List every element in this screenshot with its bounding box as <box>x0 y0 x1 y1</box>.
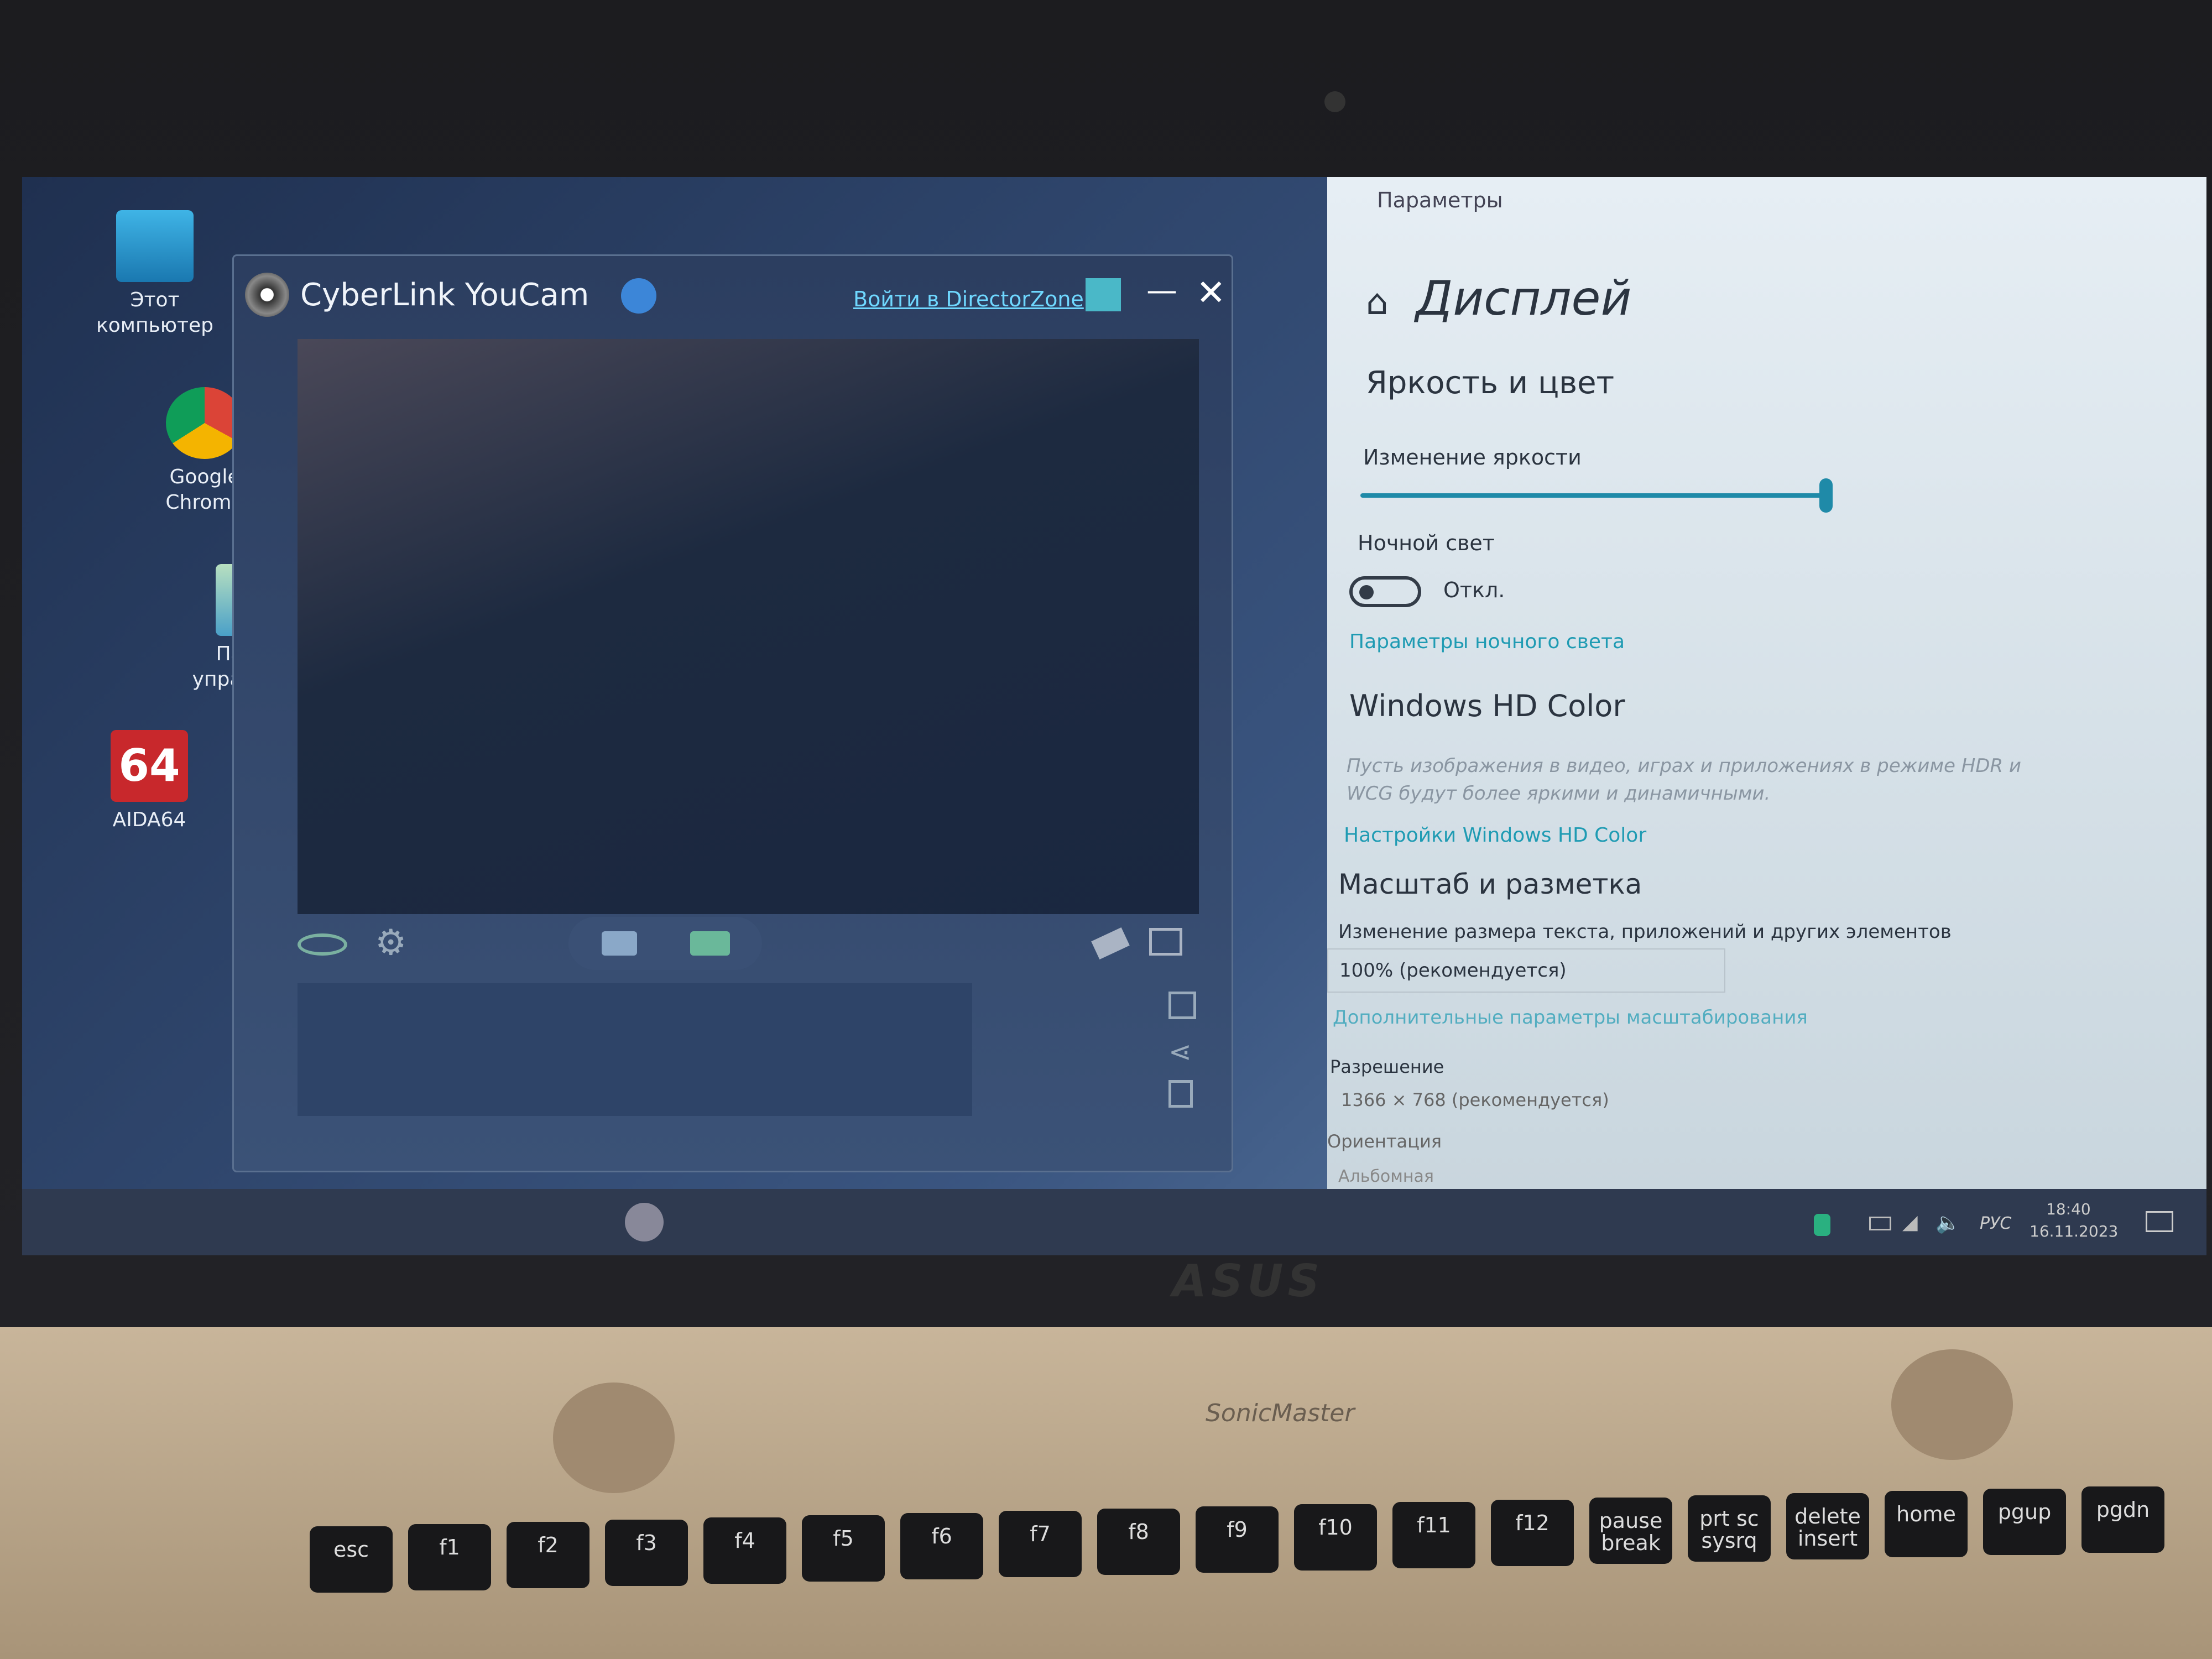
resolution-dropdown[interactable]: 1366 × 768 (рекомендуется) <box>1341 1089 1609 1110</box>
clock-date[interactable]: 16.11.2023 <box>2030 1222 2118 1240</box>
home-icon[interactable]: ⌂ <box>1366 282 1389 323</box>
trash-icon[interactable] <box>1168 1080 1193 1108</box>
brand-logo: ASUS <box>1172 1255 1324 1307</box>
brightness-slider-thumb[interactable] <box>1819 478 1833 513</box>
orientation-dropdown[interactable]: Альбомная <box>1338 1167 1434 1186</box>
capture-controls: ⚙ <box>298 917 1199 978</box>
key-f12[interactable]: f12 <box>1491 1500 1574 1566</box>
key-f3[interactable]: f3 <box>605 1520 688 1586</box>
speaker-right <box>1891 1349 2013 1460</box>
settings-window: Параметры ⌂ Дисплей Яркость и цвет Измен… <box>1327 177 2206 1189</box>
hdr-description: Пусть изображения в видео, играх и прило… <box>1347 755 2021 805</box>
taskbar: ◢ 🔈 РУС 18:40 16.11.2023 <box>22 1189 2206 1255</box>
key-f2[interactable]: f2 <box>507 1522 589 1588</box>
directorzone-icon[interactable] <box>1086 278 1121 311</box>
gear-icon[interactable]: ⚙ <box>375 922 406 963</box>
advanced-scaling-link[interactable]: Дополнительные параметры масштабирования <box>1333 1006 1808 1029</box>
orientation-label: Ориентация <box>1327 1131 1442 1152</box>
scale-label: Изменение размера текста, приложений и д… <box>1338 921 1952 943</box>
camera-icon[interactable] <box>602 931 637 956</box>
brightness-slider-track[interactable] <box>1360 493 1825 498</box>
scale-section-title: Масштаб и разметка <box>1338 868 1642 900</box>
function-key-row: esc f1 f2 f3 f4 f5 f6 f7 f8 f9 f10 f11 f12 pause brea… <box>310 1486 2212 1604</box>
monitor-icon <box>116 210 194 282</box>
update-icon[interactable] <box>621 278 656 314</box>
media-gallery[interactable] <box>298 983 972 1116</box>
key-f6[interactable]: f6 <box>900 1513 983 1579</box>
fullscreen-icon[interactable] <box>1149 928 1182 956</box>
minimize-button[interactable]: — <box>1146 273 1177 309</box>
directorzone-login-link[interactable]: Войти в DirectorZone <box>853 287 1084 311</box>
close-button[interactable]: ✕ <box>1196 273 1226 314</box>
battery-icon[interactable] <box>1869 1217 1891 1230</box>
brightness-section-title: Яркость и цвет <box>1366 365 1615 401</box>
mode-switch <box>568 917 762 970</box>
speaker-label: SonicMaster <box>1206 1399 1355 1427</box>
aida64-icon: 64 <box>111 730 188 802</box>
chrome-icon <box>166 387 243 459</box>
tray-app-icon[interactable] <box>1814 1214 1830 1236</box>
page-title: Дисплей <box>1416 271 1632 326</box>
laptop-bezel: Этот компьютер Google Chrome Панель упра… <box>0 0 2212 1327</box>
speaker-left <box>553 1383 675 1493</box>
camera-preview <box>298 339 1199 914</box>
webcam <box>1324 91 1345 112</box>
laptop-keyboard-deck: SonicMaster esc f1 f2 f3 f4 f5 f6 f7 f8 f9 f10 f11 f… <box>0 1327 2212 1659</box>
key-pgup[interactable]: pgup <box>1983 1489 2066 1555</box>
scale-dropdown-value: 100% (рекомендуется) <box>1339 959 1567 982</box>
scale-dropdown[interactable]: 100% (рекомендуется) <box>1327 948 1725 993</box>
share-icon[interactable]: ⋖ <box>1168 1036 1192 1068</box>
key-f1[interactable]: f1 <box>408 1524 491 1590</box>
laptop-screen: Этот компьютер Google Chrome Панель упра… <box>22 177 2206 1255</box>
key-f11[interactable]: f11 <box>1392 1502 1475 1568</box>
night-light-settings-link[interactable]: Параметры ночного света <box>1349 630 1625 653</box>
notifications-icon[interactable] <box>2146 1211 2173 1232</box>
hdr-section-title: Windows HD Color <box>1349 688 1625 723</box>
hdr-settings-link[interactable]: Настройки Windows HD Color <box>1344 824 1646 847</box>
key-pause-break[interactable]: pause break <box>1589 1498 1672 1564</box>
key-esc[interactable]: esc <box>310 1526 393 1593</box>
eraser-icon[interactable] <box>1091 927 1130 959</box>
taskbar-app-youcam-icon[interactable] <box>625 1203 664 1241</box>
night-light-label: Ночной свет <box>1358 531 1495 555</box>
key-f5[interactable]: f5 <box>802 1515 885 1582</box>
youcam-window: CyberLink YouCam Войти в DirectorZone — … <box>232 254 1233 1172</box>
key-delete-insert[interactable]: delete insert <box>1786 1493 1869 1559</box>
eye-icon[interactable] <box>298 933 347 956</box>
wifi-icon[interactable]: ◢ <box>1902 1211 1918 1234</box>
window-title: CyberLink YouCam <box>300 277 589 313</box>
key-home[interactable]: home <box>1885 1491 1968 1557</box>
night-light-toggle[interactable] <box>1349 576 1421 607</box>
youcam-logo-icon <box>245 273 289 317</box>
key-f7[interactable]: f7 <box>999 1511 1082 1577</box>
video-camera-icon[interactable] <box>690 931 730 956</box>
clock-time[interactable]: 18:40 <box>2046 1200 2091 1218</box>
key-f4[interactable]: f4 <box>703 1517 786 1584</box>
volume-icon[interactable]: 🔈 <box>1936 1211 1960 1234</box>
desktop-icon-aida64[interactable]: 64 AIDA64 <box>77 730 221 833</box>
key-f9[interactable]: f9 <box>1196 1506 1279 1573</box>
desktop-icon-this-pc[interactable]: Этот компьютер <box>83 210 227 338</box>
brightness-label: Изменение яркости <box>1363 445 1582 469</box>
language-indicator[interactable]: РУС <box>1980 1214 2011 1233</box>
night-light-state: Откл. <box>1443 578 1505 602</box>
key-f8[interactable]: f8 <box>1097 1509 1180 1575</box>
view-icon[interactable] <box>1168 992 1196 1019</box>
key-prt-sc-sysrq[interactable]: prt sc sysrq <box>1688 1495 1771 1562</box>
resolution-label: Разрешение <box>1330 1056 1444 1077</box>
settings-window-title: Параметры <box>1377 188 1503 212</box>
key-pgdn[interactable]: pgdn <box>2081 1486 2164 1553</box>
key-f10[interactable]: f10 <box>1294 1504 1377 1571</box>
